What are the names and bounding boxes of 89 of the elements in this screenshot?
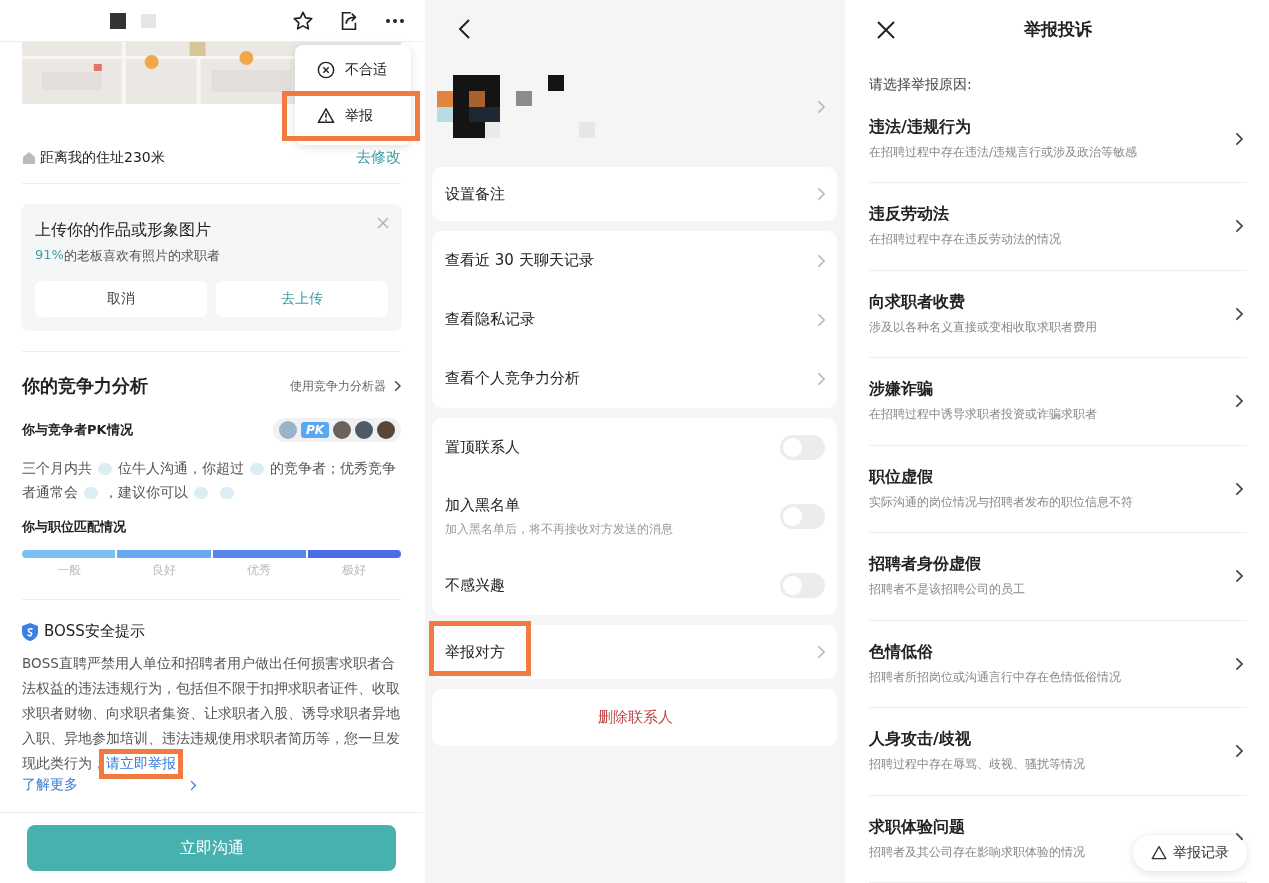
reason-description: 招聘者所招岗位或沟通言行中存在色情低俗情况 [869, 668, 1121, 686]
reason-title: 涉嫌诈骗 [869, 379, 934, 401]
setting-label: 查看近 30 天聊天记录 [445, 251, 594, 269]
chevron-right-icon [816, 371, 825, 386]
report-link[interactable]: 请立即举报 [106, 755, 176, 771]
reason-item[interactable]: 涉嫌诈骗 在招聘过程中诱导求职者投资或诈骗求职者 [869, 358, 1247, 446]
chevron-right-icon [1234, 131, 1243, 146]
reason-title: 招聘者身份虚假 [869, 554, 982, 576]
page-title: 举报投诉 [1024, 18, 1092, 42]
reason-description: 招聘过程中存在辱骂、歧视、骚扰等情况 [869, 756, 1085, 774]
chevron-right-icon [816, 187, 825, 201]
setting-row[interactable]: 置顶联系人 [432, 418, 837, 477]
reason-description: 招聘者及其公司存在影响求职体验的情况 [869, 843, 1085, 861]
cancel-button[interactable]: 取消 [35, 281, 207, 317]
card-subtitle: 的老板喜欢有照片的求职者 [63, 247, 220, 265]
chevron-right-icon [816, 253, 825, 268]
reason-description: 在招聘过程中存在违法/违规言行或涉及政治等敏感 [869, 143, 1138, 161]
reason-title: 向求职者收费 [869, 291, 966, 313]
level-label: 良好 [151, 562, 178, 579]
chevron-right-icon [1234, 744, 1243, 759]
menu-row[interactable]: 查看个人竞争力分析 [432, 349, 837, 408]
learn-more-link[interactable]: 了解更多 [22, 776, 78, 794]
close-icon [317, 61, 335, 79]
chevron-right-icon [393, 380, 401, 392]
chevron-right-icon [816, 312, 825, 327]
stat-percent: 91% [35, 247, 64, 264]
pk-avatars: PK [272, 418, 401, 442]
card-title: 上传你的作品或形象图片 [35, 220, 211, 241]
menu-row[interactable]: 查看隐私记录 [432, 290, 837, 349]
safety-title: BOSS安全提示 [44, 622, 145, 641]
analyzer-link[interactable]: 使用竞争力分析器 [289, 377, 386, 395]
menu-item[interactable]: 不合适 [295, 49, 411, 91]
chevron-right-icon [1234, 569, 1243, 584]
chevron-right-icon [1234, 306, 1243, 321]
home-icon [22, 150, 36, 165]
menu-row[interactable]: 查看近 30 天聊天记录 [432, 231, 837, 290]
match-label: 你与职位匹配情况 [22, 518, 127, 536]
reason-title: 职位虚假 [869, 466, 934, 488]
reason-title: 违反劳动法 [869, 204, 950, 226]
setting-label: 设置备注 [445, 184, 505, 203]
reason-title: 违法/违规行为 [869, 116, 972, 138]
setting-label: 加入黑名单 [445, 495, 521, 515]
chevron-right-icon [816, 100, 825, 114]
reason-title: 色情低俗 [869, 641, 934, 663]
pk-label: 你与竞争者PK情况 [22, 421, 133, 439]
level-label: 极好 [340, 562, 367, 579]
reason-item[interactable]: 违反劳动法 在招聘过程中存在违反劳动法的情况 [869, 183, 1247, 271]
menu-item[interactable]: 举报 [282, 91, 420, 141]
reason-item[interactable]: 违法/违规行为 在招聘过程中存在违法/违规言行或涉及政治等敏感 [869, 95, 1247, 184]
menu-row[interactable]: 举报对方 [432, 625, 837, 679]
chevron-right-icon [816, 645, 825, 659]
setting-note: 加入黑名单后，将不再接收对方发送的消息 [445, 520, 673, 538]
setting-label: 查看个人竞争力分析 [445, 369, 580, 387]
section-title: 你的竞争力分析 [22, 374, 148, 398]
reason-description: 在招聘过程中诱导求职者投资或诈骗求职者 [869, 406, 1097, 424]
prompt-text: 请选择举报原因: [869, 75, 973, 94]
distance-text: 距离我的住址230米 [40, 148, 165, 167]
chevron-right-icon [190, 779, 197, 791]
chevron-right-icon [1234, 656, 1243, 671]
menu-row[interactable]: 设置备注 [432, 167, 837, 221]
setting-row[interactable]: 不感兴趣 [432, 556, 837, 615]
close-icon[interactable] [877, 20, 895, 39]
reason-description: 在招聘过程中存在违反劳动法的情况 [869, 231, 1061, 249]
reason-item[interactable]: 招聘者身份虚假 招聘者不是该招聘公司的员工 [869, 533, 1247, 621]
setting-label: 举报对方 [445, 642, 505, 661]
warning-icon [317, 107, 335, 125]
reason-title: 人身攻击/歧视 [869, 729, 972, 751]
report-records-button[interactable]: 举报记录 [1133, 835, 1247, 871]
reason-description: 招聘者不是该招聘公司的员工 [869, 581, 1025, 599]
reason-description: 涉及以各种名义直接或变相收取求职者费用 [869, 318, 1097, 336]
setting-label: 不感兴趣 [445, 576, 505, 595]
reason-item[interactable]: 色情低俗 招聘者所招岗位或沟通言行中存在色情低俗情况 [869, 620, 1247, 709]
reason-item[interactable]: 职位虚假 实际沟通的岗位情况与招聘者发布的职位信息不符 [869, 445, 1247, 534]
safety-notice: BOSS直聘严禁用人单位和招聘者用户做出任何损害求职者合法权益的违法违规行为，包括但不限于扣押求职者证件、收取求职者财物、向求职者集资、让求职者入股、诱导求职者异地入职、异地参加培训、违法违规使用求职者简历等，您一旦发现此类行为，请立即举报 [22, 651, 401, 776]
delete-contact-button[interactable]: 删除联系人 [432, 689, 837, 746]
setting-label: 置顶联系人 [445, 438, 520, 457]
chevron-right-icon [1234, 481, 1243, 496]
competition-summary: 三个月内共 位牛人沟通，你超过 的竞争者；优秀竞争者通常会 ，建议你可以 [22, 459, 397, 502]
chevron-right-icon [1234, 394, 1243, 409]
chevron-right-icon [1234, 219, 1243, 234]
warning-icon [1151, 845, 1167, 861]
reason-description: 实际沟通的岗位情况与招聘者发布的职位信息不符 [869, 493, 1133, 511]
reason-title: 求职体验问题 [869, 816, 966, 838]
setting-label: 查看隐私记录 [445, 310, 535, 328]
level-label: 优秀 [245, 562, 272, 579]
reason-item[interactable]: 向求职者收费 涉及以各种名义直接或变相收取求职者费用 [869, 270, 1247, 359]
reason-item[interactable]: 人身攻击/歧视 招聘过程中存在辱骂、歧视、骚扰等情况 [869, 708, 1247, 796]
shield-icon [22, 622, 38, 641]
setting-row[interactable]: 加入黑名单 加入黑名单后，将不再接收对方发送的消息 [432, 477, 837, 556]
